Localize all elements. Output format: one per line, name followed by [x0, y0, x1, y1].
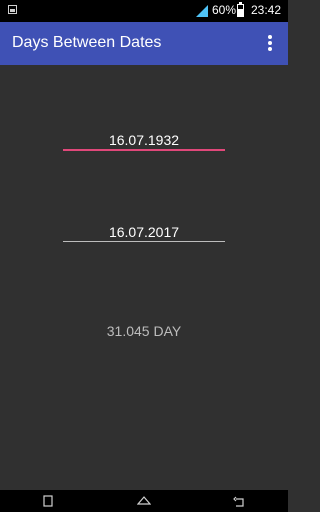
- back-icon[interactable]: [233, 494, 247, 508]
- start-date-field[interactable]: 16.07.1932: [63, 131, 225, 151]
- days-result: 31.045 DAY: [106, 323, 182, 339]
- status-bar: 60% 23:42: [0, 0, 288, 22]
- battery-icon: [237, 2, 244, 17]
- signal-icon: [196, 5, 208, 17]
- app-title: Days Between Dates: [12, 34, 162, 51]
- start-date-value[interactable]: 16.07.1932: [63, 131, 225, 149]
- status-clock: 23:42: [251, 3, 282, 17]
- end-date-underline: [63, 241, 225, 242]
- notification-icon: [8, 5, 17, 14]
- navigation-bar: [0, 490, 288, 512]
- start-date-underline: [63, 149, 225, 151]
- overflow-menu-icon[interactable]: [262, 32, 278, 54]
- recent-apps-icon[interactable]: [41, 494, 55, 508]
- end-date-value[interactable]: 16.07.2017: [63, 223, 225, 241]
- battery-percent: 60%: [212, 3, 237, 17]
- home-icon[interactable]: [137, 494, 151, 508]
- app-bar: Days Between Dates: [0, 22, 288, 65]
- end-date-field[interactable]: 16.07.2017: [63, 223, 225, 242]
